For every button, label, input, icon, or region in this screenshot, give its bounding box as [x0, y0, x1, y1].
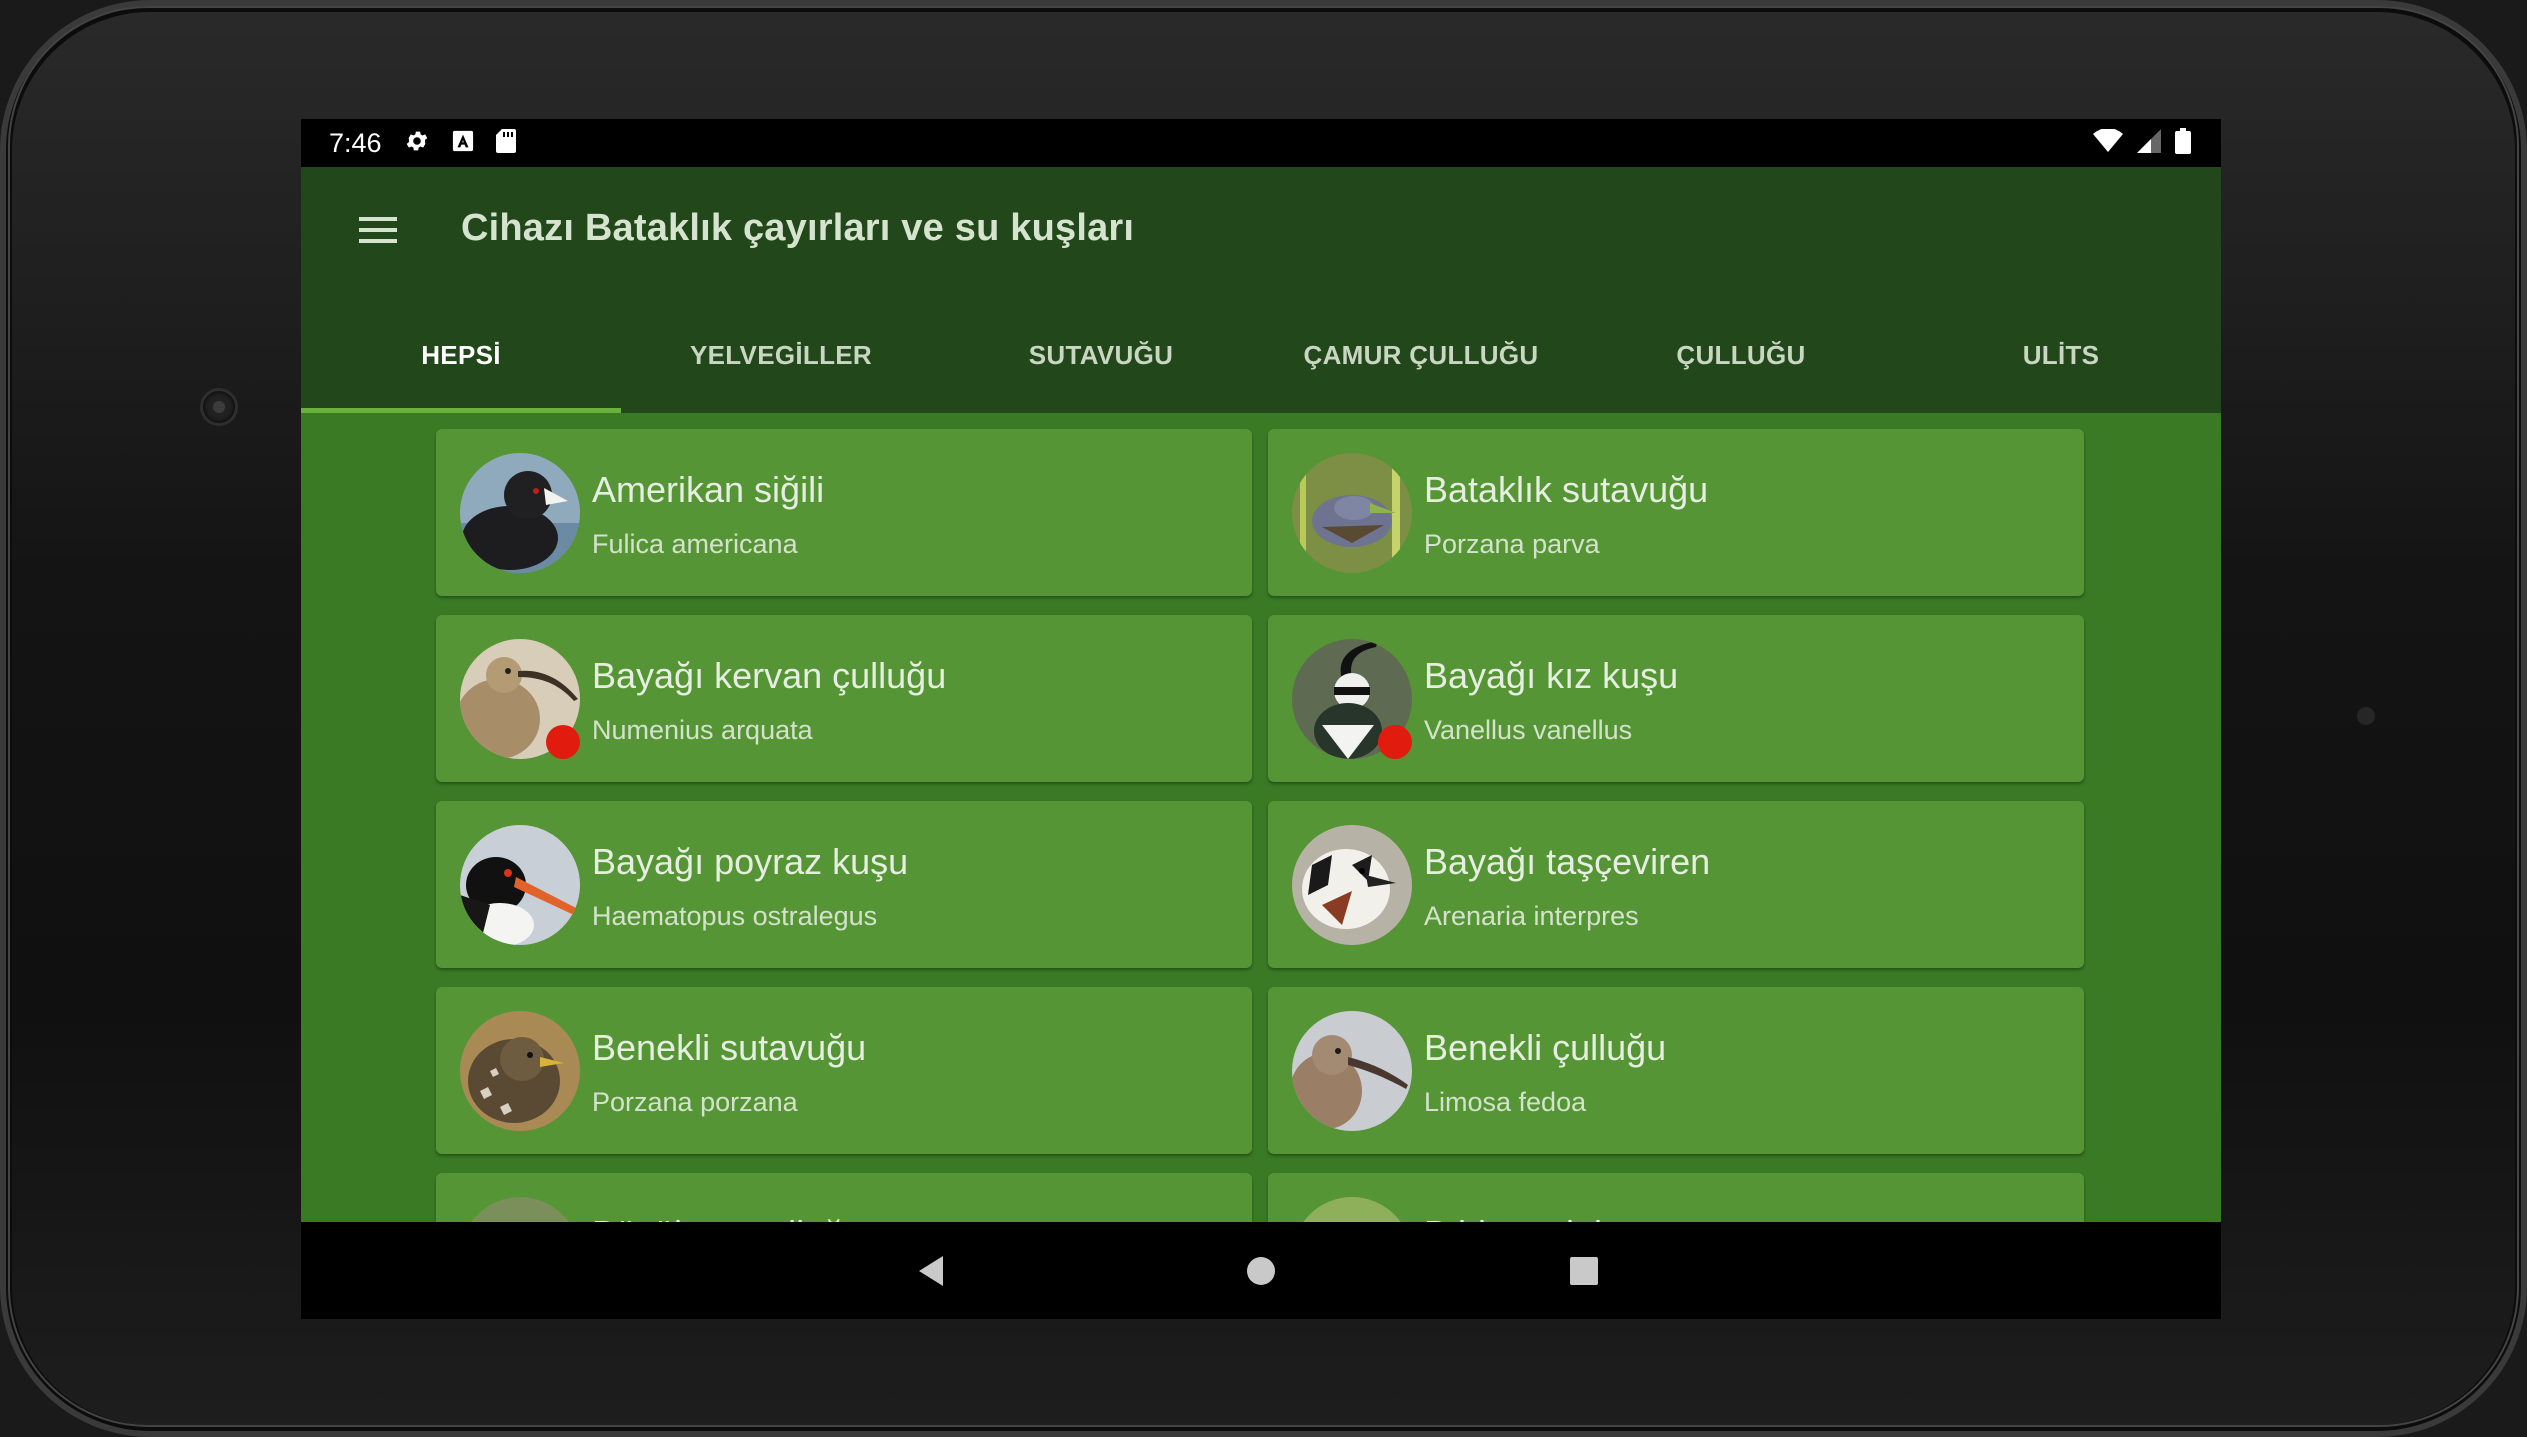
recording-indicator [546, 725, 580, 759]
sd-card-icon [495, 128, 516, 158]
page-title: Cihazı Bataklık çayırları ve su kuşları [461, 207, 1135, 249]
tab-cullugu[interactable]: ÇULLUĞU [1581, 297, 1901, 413]
battery-icon [2175, 127, 2191, 159]
status-time: 7:46 [329, 127, 382, 158]
bird-latin-name: Limosa fedoa [1424, 1087, 1587, 1117]
signal-icon [2137, 128, 2161, 158]
menu-button[interactable] [349, 203, 407, 261]
bird-card[interactable]: Bayağı kız kuşu Vanellus vanellus [1268, 615, 2084, 782]
bird-name: Benekli çulluğu [1424, 1027, 1667, 1068]
gear-icon [404, 128, 430, 159]
bird-card[interactable]: Bataklık sutavuğu Porzana parva [1268, 429, 2084, 596]
bird-latin-name: Vanellus vanellus [1424, 715, 1633, 745]
bird-photo [1292, 825, 1412, 945]
bird-card[interactable]: Bayağı taşçeviren Arenaria interpres [1268, 801, 2084, 968]
bird-card[interactable]: Amerikan siğili Fulica americana [436, 429, 1252, 596]
bird-photo [1292, 453, 1412, 573]
back-icon [913, 1256, 955, 1296]
category-tabs: HEPSİ YELVEGİLLER SUTAVUĞU ÇAMUR ÇULLUĞU… [301, 297, 2221, 413]
wifi-icon [2093, 127, 2123, 158]
proximity-sensor [2357, 707, 2375, 725]
tab-ulits[interactable]: ULİTS [1901, 297, 2221, 413]
hamburger-menu-icon [359, 215, 397, 250]
bird-card[interactable]: Bayağı poyraz kuşu Haematopus ostralegus [436, 801, 1252, 968]
bird-photo [460, 825, 580, 945]
bird-latin-name: Haematopus ostralegus [592, 901, 878, 931]
home-icon [1240, 1257, 1282, 1296]
tab-camur-cullugu[interactable]: ÇAMUR ÇULLUĞU [1261, 297, 1581, 413]
tab-sutavugu[interactable]: SUTAVUĞU [941, 297, 1261, 413]
bird-photo [1292, 1011, 1412, 1131]
recents-button[interactable] [1563, 1250, 1605, 1292]
bird-name: Bayağı kervan çulluğu [592, 655, 947, 696]
toolbar: Cihazı Bataklık çayırları ve su kuşları [301, 167, 2221, 297]
bird-list[interactable]: Amerikan siğili Fulica americana Bataklı… [301, 413, 2221, 1235]
bird-latin-name: Porzana parva [1424, 529, 1600, 559]
a-box-icon [452, 130, 474, 157]
bird-card[interactable]: Benekli çulluğu Limosa fedoa [1268, 987, 2084, 1154]
bird-card[interactable]: Bayağı kervan çulluğu Numenius arquata [436, 615, 1252, 782]
recents-icon [1563, 1257, 1605, 1296]
bird-latin-name: Fulica americana [592, 529, 798, 559]
bird-latin-name: Numenius arquata [592, 715, 813, 745]
device-screen: 7:46 Cihazı Bataklık çayırları ve su kuş… [301, 119, 2221, 1319]
bird-name: Bayağı taşçeviren [1424, 841, 1711, 882]
status-bar: 7:46 [301, 119, 2221, 167]
bird-name: Amerikan siğili [592, 469, 825, 510]
front-camera [200, 388, 238, 426]
tab-yelvegiller[interactable]: YELVEGİLLER [621, 297, 941, 413]
bird-name: Bayağı poyraz kuşu [592, 841, 909, 882]
back-button[interactable] [913, 1250, 955, 1292]
bird-card[interactable]: Benekli sutavuğu Porzana porzana [436, 987, 1252, 1154]
navigation-bar [301, 1222, 2221, 1319]
bird-latin-name: Arenaria interpres [1424, 901, 1639, 931]
bird-name: Benekli sutavuğu [592, 1027, 867, 1068]
bird-name: Bayağı kız kuşu [1424, 655, 1679, 696]
bird-latin-name: Porzana porzana [592, 1087, 798, 1117]
recording-indicator [1378, 725, 1412, 759]
bird-photo [460, 453, 580, 573]
app-bar: Cihazı Bataklık çayırları ve su kuşları … [301, 167, 2221, 413]
tab-hepsi[interactable]: HEPSİ [301, 297, 621, 413]
home-button[interactable] [1240, 1250, 1282, 1292]
bird-photo [460, 1011, 580, 1131]
bird-name: Bataklık sutavuğu [1424, 469, 1709, 510]
